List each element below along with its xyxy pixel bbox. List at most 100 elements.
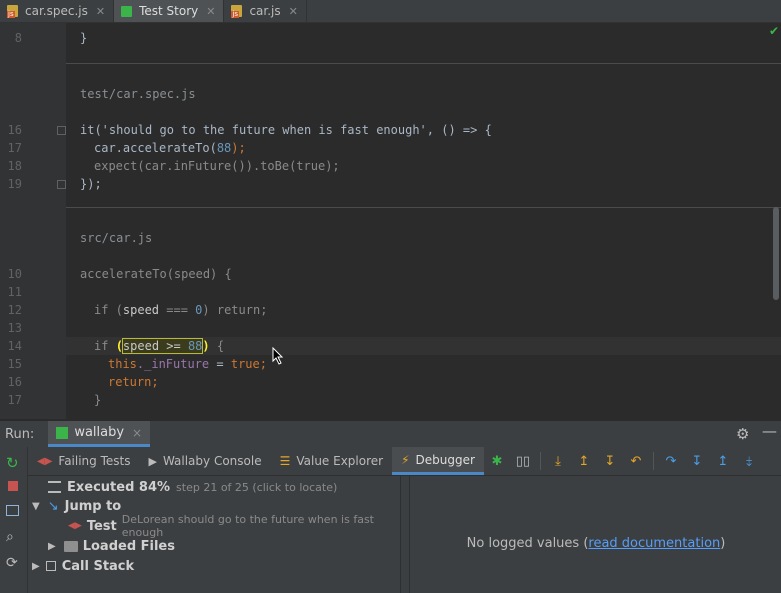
fold-marker-icon[interactable] — [57, 126, 66, 135]
run-bar: Run: wallaby × ⚙ — — [0, 420, 781, 447]
no-logged-values-message: No logged values (read documentation) — [410, 536, 781, 551]
tab-label: car.spec.js — [25, 4, 88, 18]
loaded-files-row[interactable]: ▶ Loaded Files — [48, 536, 175, 556]
js-file-icon — [230, 4, 245, 18]
line-number: 10 — [7, 267, 22, 281]
step-into-icon[interactable]: ↧ — [684, 447, 710, 475]
code-token: car.accelerateTo( — [94, 141, 217, 155]
step-info[interactable]: step 21 of 25 (click to locate) — [176, 481, 337, 494]
line-number: 13 — [7, 321, 22, 335]
test-row[interactable]: ◀▶ Test DeLorean should go to the future… — [68, 513, 400, 539]
step-over-icon[interactable]: ↷ — [658, 447, 684, 475]
tab-car-js[interactable]: car.js ✕ — [224, 0, 307, 22]
tab-debugger[interactable]: ⚡ Debugger — [392, 447, 484, 475]
rerun-icon[interactable]: ↻ — [6, 454, 19, 472]
editor-gutter: 8 16 17 18 19 10 11 12 13 14 15 16 17 — [0, 23, 66, 419]
value-explorer-icon: ☰ — [279, 454, 291, 468]
section-header-src[interactable]: src/car.js — [80, 229, 152, 247]
step-back-into-icon[interactable]: ↧ — [597, 447, 623, 475]
layout-icon[interactable] — [6, 505, 19, 516]
tab-wallaby-console[interactable]: ▶ Wallaby Console — [139, 447, 270, 475]
code-token: ); — [231, 141, 246, 155]
executed-label: Executed 84% — [67, 479, 171, 495]
sync-icon[interactable]: ⟳ — [6, 555, 18, 571]
jump-to-label: Jump to — [64, 498, 122, 514]
line-number: 16 — [7, 375, 22, 389]
close-icon[interactable]: ✕ — [289, 5, 298, 18]
line-number: 8 — [14, 31, 22, 45]
call-stack-row[interactable]: ▶ Call Stack — [32, 556, 134, 576]
code-property: ._inFuture — [136, 357, 210, 371]
logged-values-panel: No logged values (read documentation) — [409, 476, 781, 593]
code-line-17: car.accelerateTo(88); — [94, 139, 246, 157]
book-icon[interactable]: ▯▯ — [510, 447, 536, 475]
executed-row[interactable]: Executed 84% step 21 of 25 (click to loc… — [48, 477, 337, 497]
tab-test-story[interactable]: Test Story ✕ — [114, 0, 225, 22]
section-divider — [66, 63, 781, 64]
tab-failing-tests[interactable]: ◀▶ Failing Tests — [28, 447, 139, 475]
tab-label: Debugger — [415, 452, 475, 467]
close-icon[interactable]: ✕ — [206, 5, 215, 18]
step-back-over-icon[interactable]: ↶ — [623, 447, 649, 475]
loaded-files-label: Loaded Files — [82, 538, 175, 554]
fold-marker-icon[interactable] — [57, 180, 66, 189]
editor-scrollbar[interactable] — [773, 207, 779, 300]
code-line-14: if (speed >= 88) { — [94, 337, 224, 355]
close-icon[interactable]: × — [132, 426, 142, 440]
tab-label: Test Story — [139, 4, 199, 18]
code-line-16b: return; — [108, 375, 159, 389]
console-icon: ▶ — [148, 454, 157, 468]
search-icon[interactable]: ⌕ — [6, 529, 14, 545]
code-keyword: this — [108, 357, 137, 371]
code-line-19: }); — [80, 177, 102, 191]
no-values-text-end: ) — [720, 536, 726, 551]
test-label: Test — [86, 518, 117, 534]
line-number: 17 — [7, 141, 22, 155]
code-line-12: if (speed === 0) return; — [94, 301, 267, 319]
highlighted-expression[interactable]: speed >= 88 — [121, 338, 204, 354]
toolbar-divider — [539, 452, 541, 470]
wallaby-icon — [56, 426, 69, 439]
close-icon[interactable]: ✕ — [96, 5, 105, 18]
step-back-out-icon[interactable]: ⤓ — [545, 447, 571, 475]
tab-value-explorer[interactable]: ☰ Value Explorer — [271, 447, 393, 475]
story-icon — [120, 4, 134, 18]
code-variable: speed — [122, 339, 160, 353]
code-token: >= — [159, 339, 188, 353]
read-documentation-link[interactable]: read documentation — [588, 536, 720, 551]
mouse-cursor-icon — [272, 347, 284, 365]
code-paren: ( — [115, 339, 123, 353]
jump-to-row[interactable]: ▼ ↘ Jump to — [32, 496, 121, 516]
tab-label: Failing Tests — [58, 454, 131, 468]
call-stack-label: Call Stack — [61, 558, 135, 574]
tab-car-spec-js[interactable]: car.spec.js ✕ — [0, 0, 115, 22]
step-out-icon[interactable]: ↥ — [710, 447, 736, 475]
section-header-spec[interactable]: test/car.spec.js — [80, 85, 196, 103]
toolbar-divider — [652, 452, 654, 470]
stop-icon[interactable] — [8, 481, 18, 491]
stack-icon — [45, 561, 56, 571]
bug-icon[interactable]: ✱ — [484, 447, 510, 475]
test-icon: ◀▶ — [68, 521, 82, 531]
tab-label: car.js — [249, 4, 281, 18]
line-number: 19 — [7, 177, 22, 191]
run-to-cursor-icon[interactable]: ⤈ — [736, 447, 762, 475]
run-tab-wallaby[interactable]: wallaby × — [48, 421, 151, 447]
chevron-right-icon[interactable]: ▶ — [32, 561, 40, 572]
step-back-icon[interactable]: ↥ — [571, 447, 597, 475]
check-icon: ✔ — [769, 24, 780, 38]
chevron-right-icon[interactable]: ▶ — [48, 541, 56, 552]
run-label: Run: — [5, 426, 35, 442]
run-config-name: wallaby — [74, 425, 125, 440]
code-line-15: this._inFuture = true; — [108, 355, 267, 373]
line-number: 18 — [7, 159, 22, 173]
line-number: 11 — [7, 285, 22, 299]
line-number: 15 — [7, 357, 22, 371]
gear-icon[interactable]: ⚙ — [736, 425, 749, 443]
code-token: = — [209, 357, 231, 371]
code-number: 88 — [216, 141, 232, 155]
chevron-down-icon[interactable]: ▼ — [32, 501, 40, 512]
code-token: if — [94, 339, 116, 353]
progress-icon — [48, 481, 61, 493]
minimize-icon[interactable]: — — [762, 422, 777, 440]
